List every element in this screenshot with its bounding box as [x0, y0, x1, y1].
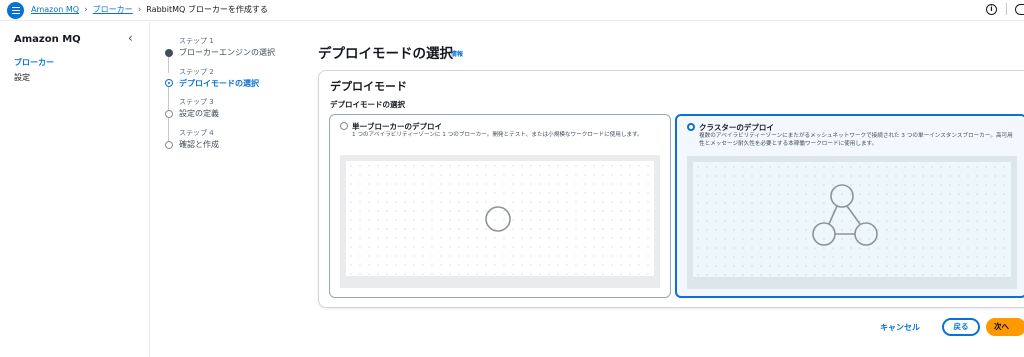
step-number: ステップ 4 — [179, 129, 214, 137]
collapse-icon[interactable]: ‹ — [128, 31, 133, 45]
breadcrumb-current: RabbitMQ ブローカーを作成する — [146, 5, 268, 14]
tile-description: 1 つのアベイラビリティーゾーンに 1 つのブローカー。開発とテスト、または小規… — [352, 132, 643, 138]
step-connector — [168, 87, 169, 111]
sidebar-item-brokers[interactable]: ブローカー — [14, 57, 54, 68]
step-status-icon — [165, 110, 173, 118]
sidebar-title: Amazon MQ — [14, 34, 81, 45]
container-title: デプロイモード — [330, 80, 407, 93]
breadcrumb-brokers[interactable]: ブローカー — [93, 4, 133, 15]
cluster-tile[interactable]: クラスターのデプロイ 複数のアベイラビリティーゾーンにまたがるメッシュネットワー… — [675, 114, 1024, 298]
single-broker-illustration — [340, 155, 660, 288]
radio-button[interactable] — [687, 123, 695, 131]
cluster-illustration — [687, 156, 1017, 289]
step-label: 設定の定義 — [179, 109, 219, 118]
chevron-right-icon: › — [137, 4, 142, 15]
settings-icon[interactable] — [1015, 3, 1024, 15]
radio-button[interactable] — [340, 122, 348, 130]
field-label: デプロイモードの選択 — [330, 100, 405, 109]
top-icons: i — [986, 3, 1024, 15]
breadcrumb: Amazon MQ › ブローカー › RabbitMQ ブローカーを作成する — [31, 4, 268, 15]
deployment-mode-container: デプロイモード デプロイモードの選択 単一ブローカーのデプロイ 1 つのアベイラ… — [318, 70, 1024, 308]
info-link[interactable]: 情報 — [451, 49, 463, 58]
chevron-right-icon: › — [84, 4, 88, 15]
back-button[interactable]: 戻る — [942, 318, 980, 336]
info-icon[interactable]: i — [986, 3, 997, 15]
step-label: ブローカーエンジンの選択 — [179, 48, 275, 57]
breadcrumb-amazon-mq[interactable]: Amazon MQ — [31, 5, 79, 14]
page-title: デプロイモードの選択 — [318, 46, 453, 62]
menu-icon[interactable] — [7, 2, 24, 19]
sidebar-item-configurations[interactable]: 設定 — [14, 72, 30, 83]
step-number: ステップ 1 — [179, 37, 214, 45]
side-navigation: Amazon MQ ‹ ブローカー 設定 — [0, 22, 150, 357]
step-number: ステップ 3 — [179, 98, 214, 106]
next-button[interactable]: 次へ — [986, 318, 1024, 336]
tile-description: 複数のアベイラビリティーゾーンにまたがるメッシュネットワークで接続された 3 つ… — [699, 133, 1013, 147]
cancel-button[interactable]: キャンセル — [880, 322, 920, 333]
step-status-icon — [165, 49, 173, 57]
top-navigation-bar: Amazon MQ › ブローカー › RabbitMQ ブローカーを作成する … — [0, 0, 1024, 21]
divider — [1006, 3, 1007, 15]
step-label: デプロイモードの選択 — [179, 79, 259, 88]
step-connector — [168, 118, 169, 142]
single-broker-tile[interactable]: 単一ブローカーのデプロイ 1 つのアベイラビリティーゾーンに 1 つのブローカー… — [329, 114, 671, 298]
step-connector — [168, 56, 169, 73]
step-status-icon — [165, 141, 173, 149]
step-status-icon — [165, 79, 173, 87]
step-number: ステップ 2 — [179, 68, 214, 76]
step-label: 確認と作成 — [179, 140, 219, 149]
